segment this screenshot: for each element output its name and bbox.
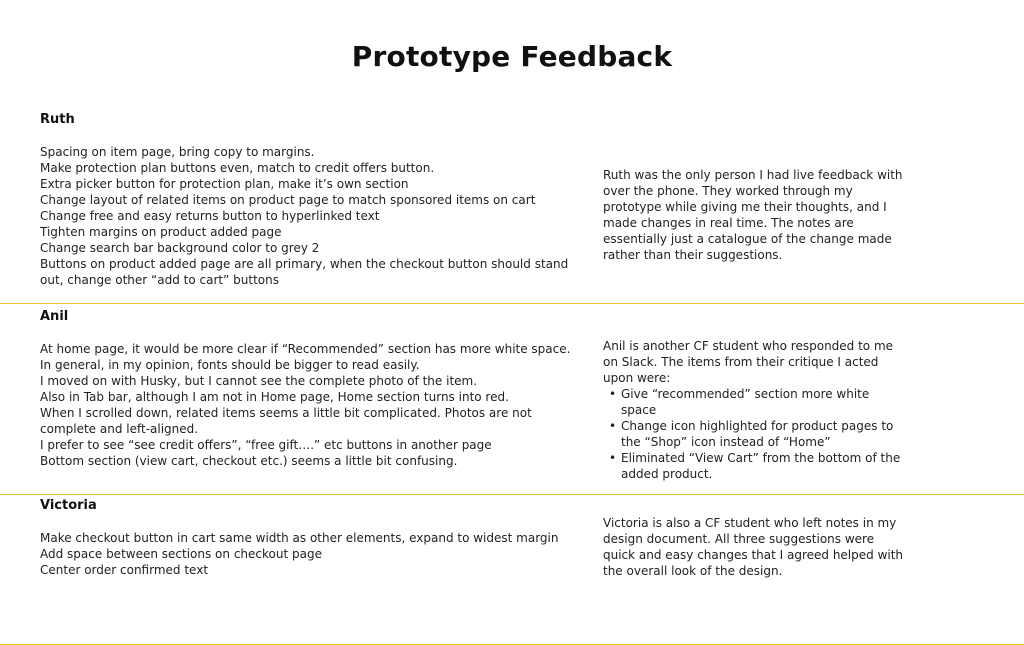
feedback-item: At home page, it would be more clear if …: [40, 342, 571, 356]
summary-ruth: Ruth was the only person I had live feed…: [603, 167, 908, 263]
feedback-item: In general, in my opinion, fonts should …: [40, 358, 420, 372]
feedback-item: I moved on with Husky, but I cannot see …: [40, 374, 478, 388]
summary-text: Anil is another CF student who responded…: [603, 339, 894, 385]
summary-bullet-list: Give “recommended” section more white sp…: [603, 386, 908, 482]
page-title: Prototype Feedback: [351, 40, 673, 73]
summary-bullet: Eliminated “View Cart” from the bottom o…: [609, 450, 908, 482]
feedback-item: Also in Tab bar, although I am not in Ho…: [40, 390, 509, 404]
feedback-item: Spacing on item page, bring copy to marg…: [40, 145, 315, 159]
feedback-item: Add space between sections on checkout p…: [40, 547, 322, 561]
reviewer-name-ruth: Ruth: [40, 112, 75, 127]
feedback-item: Center order confirmed text: [40, 563, 209, 577]
feedback-list-ruth: Spacing on item page, bring copy to marg…: [40, 144, 585, 288]
feedback-list-anil: At home page, it would be more clear if …: [40, 341, 585, 469]
summary-bullet: Give “recommended” section more white sp…: [609, 386, 908, 418]
section-divider: [0, 303, 1024, 304]
reviewer-name-anil: Anil: [40, 309, 69, 324]
feedback-item: I prefer to see “see credit offers”, “fr…: [40, 438, 492, 452]
section-divider: [0, 494, 1024, 495]
summary-bullet: Change icon highlighted for product page…: [609, 418, 908, 450]
feedback-item: Make checkout button in cart same width …: [40, 531, 559, 545]
feedback-item: Change free and easy returns button to h…: [40, 209, 380, 223]
feedback-item: Buttons on product added page are all pr…: [40, 257, 569, 287]
summary-text: Victoria is also a CF student who left n…: [603, 516, 904, 578]
feedback-item: Change search bar background color to gr…: [40, 241, 320, 255]
feedback-item: Bottom section (view cart, checkout etc.…: [40, 454, 458, 468]
summary-text: Ruth was the only person I had live feed…: [603, 168, 903, 262]
summary-anil: Anil is another CF student who responded…: [603, 338, 908, 482]
feedback-item: Extra picker button for protection plan,…: [40, 177, 409, 191]
feedback-item: Tighten margins on product added page: [40, 225, 282, 239]
feedback-item: Make protection plan buttons even, match…: [40, 161, 435, 175]
reviewer-name-victoria: Victoria: [40, 498, 97, 513]
summary-victoria: Victoria is also a CF student who left n…: [603, 515, 908, 579]
feedback-item: Change layout of related items on produc…: [40, 193, 536, 207]
feedback-item: When I scrolled down, related items seem…: [40, 406, 532, 436]
feedback-list-victoria: Make checkout button in cart same width …: [40, 530, 585, 578]
